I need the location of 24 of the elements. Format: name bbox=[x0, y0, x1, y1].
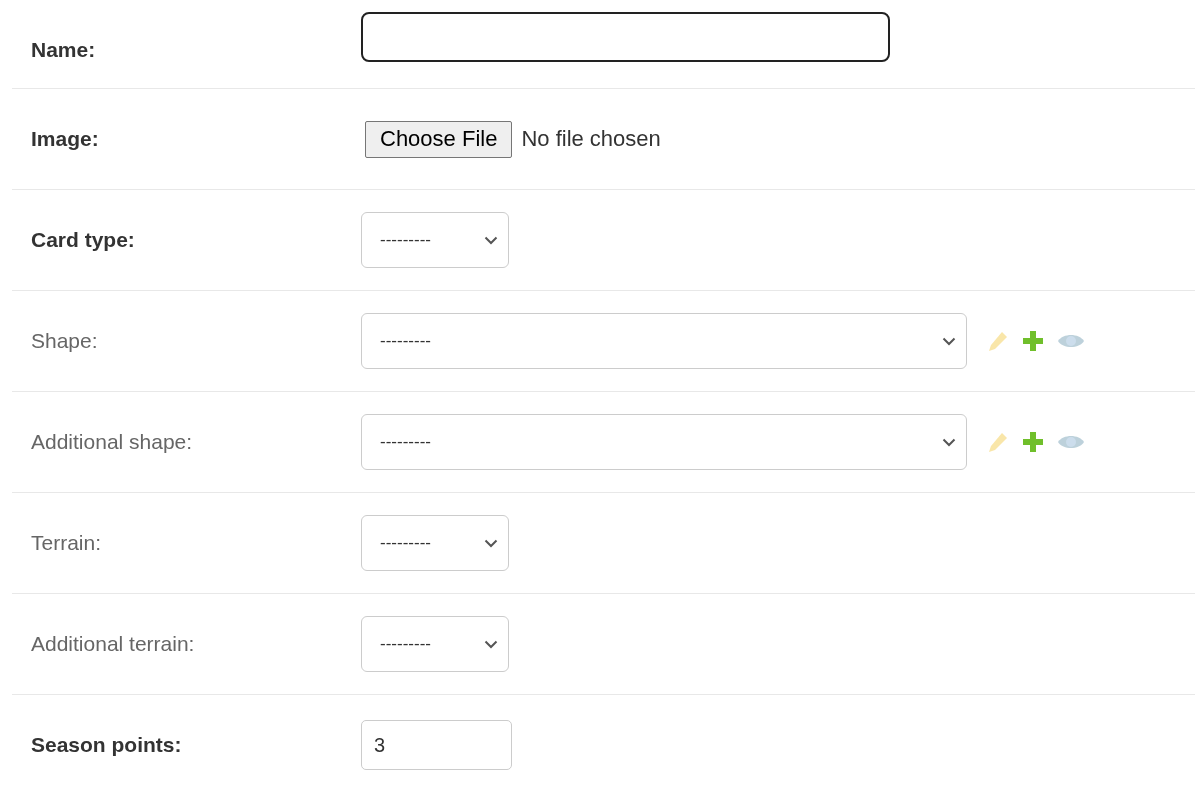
plus-icon[interactable] bbox=[1023, 432, 1043, 452]
field-label: Image: bbox=[30, 127, 100, 151]
file-status-text: No file chosen bbox=[521, 126, 661, 152]
field-label: Terrain: bbox=[30, 531, 103, 555]
field-label: Shape: bbox=[30, 329, 99, 353]
number-field[interactable]: 3 bbox=[361, 720, 512, 770]
select-field[interactable]: --------- bbox=[361, 212, 509, 268]
select-field[interactable]: --------- bbox=[361, 313, 967, 369]
select-field[interactable]: --------- bbox=[361, 616, 509, 672]
text-field[interactable] bbox=[361, 12, 890, 62]
field-label: Season points: bbox=[30, 733, 183, 757]
chevron-down-icon bbox=[484, 538, 498, 548]
chevron-down-icon bbox=[484, 639, 498, 649]
field-label: Card type: bbox=[30, 228, 136, 252]
field-label: Additional shape: bbox=[30, 430, 194, 454]
select-field[interactable]: --------- bbox=[361, 515, 509, 571]
plus-icon[interactable] bbox=[1023, 331, 1043, 351]
chevron-down-icon bbox=[942, 437, 956, 447]
field-label: Additional terrain: bbox=[30, 632, 196, 656]
select-field[interactable]: --------- bbox=[361, 414, 967, 470]
chevron-down-icon bbox=[484, 235, 498, 245]
choose-file-button[interactable]: Choose File bbox=[365, 120, 513, 158]
chevron-down-icon bbox=[942, 336, 956, 346]
field-label: Name: bbox=[30, 38, 97, 62]
